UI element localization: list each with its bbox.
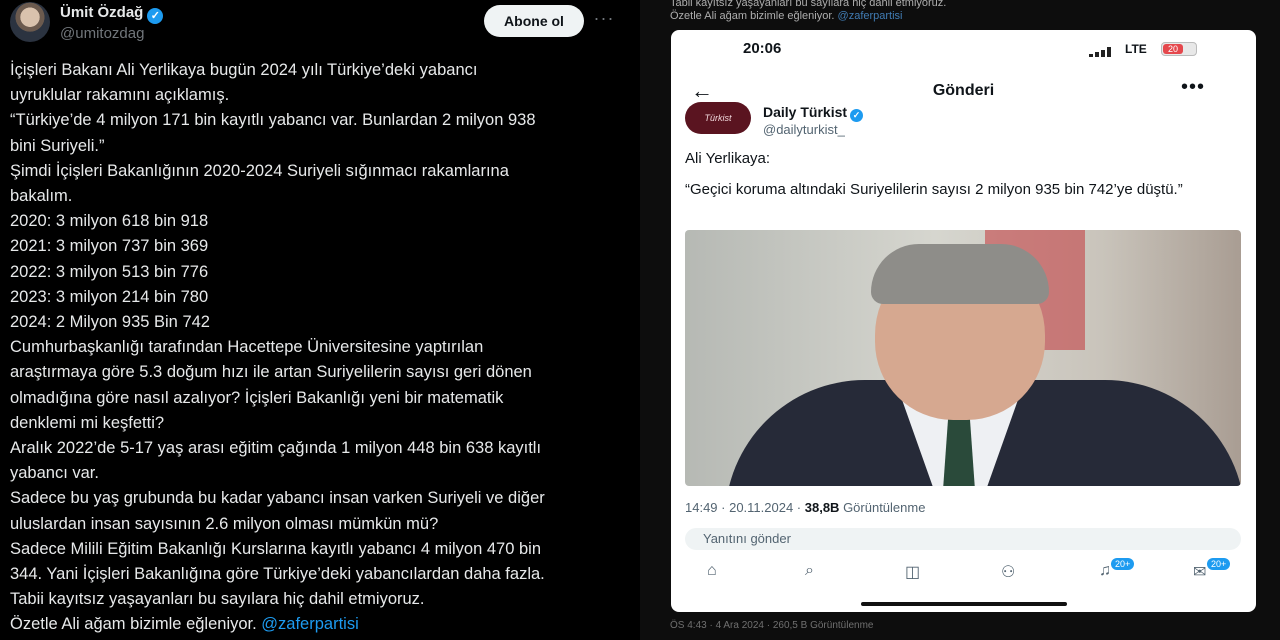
tweet-line: 2023: 3 milyon 214 bin 780 <box>10 287 209 306</box>
tweet-line: 2021: 3 milyon 737 bin 369 <box>10 237 209 256</box>
meta-views-label: Görüntülenme <box>839 500 926 515</box>
source-name-text: Daily Türkist <box>763 104 848 120</box>
cropped-tweet-echo: Tabii kayıtsız yaşayanları bu sayılara h… <box>670 0 946 23</box>
tweet-panel: Ümit Özdağ ✓ @umitozdag Abone ol ··· İçiş… <box>0 0 640 640</box>
mail-icon: ✉ <box>1193 564 1207 581</box>
bottom-tabbar: ⌂ ⌕ ◫ ⚇ ♫ 20+ ✉ 20+ <box>671 558 1256 588</box>
tweet-line-last: Özetle Ali ağam bizimle eğleniyor. @zafe… <box>10 612 625 637</box>
echo-line: Özetle Ali ağam bizimle eğleniyor. @zafe… <box>670 10 946 23</box>
nav-title: Gönderi <box>932 82 995 99</box>
source-logo: Türkist <box>685 102 751 134</box>
battery-icon: 20 <box>1161 42 1197 56</box>
signal-icon <box>1089 47 1115 57</box>
status-bar: 20:06 LTE 20 <box>671 30 1256 70</box>
home-icon: ⌂ <box>707 562 717 579</box>
source-name: Daily Türkist ✓ <box>763 104 864 122</box>
battery-level: 20 <box>1163 44 1183 54</box>
verified-icon: ✓ <box>147 8 164 24</box>
bell-icon: ♫ <box>1099 562 1111 579</box>
tweet-line: olmadığına göre nasıl azalıyor? İçişleri… <box>10 388 504 407</box>
tweet-line: Aralık 2022’de 5-17 yaş arası eğitim çağ… <box>10 439 542 458</box>
tweet-text: İçişleri Bakanı Ali Yerlikaya bugün 2024… <box>10 58 625 638</box>
embedded-image[interactable]: Tabii kayıtsız yaşayanları bu sayılara h… <box>640 0 1280 640</box>
communities-icon: ⚇ <box>1001 564 1016 581</box>
tweet-line: İçişleri Bakanı Ali Yerlikaya bugün 2024… <box>10 61 478 79</box>
tweet-line: Şimdi İçişleri Bakanlığının 2020-2024 Su… <box>10 161 509 180</box>
cropped-meta-echo: ÖS 4:43 · 4 Ara 2024 · 260,5 B Görüntüle… <box>670 620 874 631</box>
portrait-photo <box>685 230 1241 486</box>
tweet-line: bini Suriyeli.” <box>10 136 105 155</box>
quote-lead: Ali Yerlikaya: <box>685 150 771 167</box>
verified-icon: ✓ <box>850 109 864 122</box>
more-icon: ••• <box>1181 76 1206 98</box>
tweet-line: Sadece bu yaş grubunda bu kadar yabancı … <box>10 489 545 508</box>
tweet-line: 2022: 3 milyon 513 bin 776 <box>10 262 209 281</box>
tweet-line: Cumhurbaşkanlığı tarafından Hacettepe Ün… <box>10 338 484 357</box>
follow-button[interactable]: Abone ol <box>484 5 584 37</box>
source-handle: @dailyturkist_ <box>763 122 845 137</box>
meta-time: 14:49 · 20.11.2024 · <box>685 500 805 515</box>
tweet-line: Sadece Milili Eğitim Bakanlığı Kursların… <box>10 539 542 558</box>
tweet-line: uluslardan insan sayısının 2.6 milyon ol… <box>10 514 439 533</box>
mention-link[interactable]: @zaferpartisi <box>261 615 358 633</box>
author-name[interactable]: Ümit Özdağ ✓ <box>60 4 164 24</box>
notifications-badge: 20+ <box>1111 558 1135 570</box>
tweet-line: 2024: 2 Milyon 935 Bin 742 <box>10 313 210 332</box>
grok-icon: ◫ <box>905 564 921 581</box>
home-indicator <box>861 602 1067 606</box>
tweet-line: araştırmaya göre 5.3 doğum hızı ile arta… <box>10 363 532 382</box>
echo-text: Özetle Ali ağam bizimle eğleniyor. <box>670 10 838 22</box>
author-handle[interactable]: @umitozdag <box>60 25 144 42</box>
tweet-line: Tabii kayıtsız yaşayanları bu sayılara h… <box>10 590 425 609</box>
tweet-line: 2020: 3 milyon 618 bin 918 <box>10 212 209 231</box>
post-nav-bar: ← Gönderi ••• <box>671 70 1256 110</box>
tweet-line: bakalım. <box>10 187 73 206</box>
tweet-line: “Türkiye’de 4 milyon 171 bin kayıtlı yab… <box>10 111 536 130</box>
phone-screenshot: 20:06 LTE 20 ← Gönderi ••• Türkist Daily… <box>671 30 1256 612</box>
echo-line: Tabii kayıtsız yaşayanları bu sayılara h… <box>670 0 947 9</box>
avatar[interactable] <box>10 2 50 42</box>
tweet-line: uyruklular rakamını açıklamış. <box>10 86 230 105</box>
reply-input: Yanıtını gönder <box>685 528 1241 550</box>
messages-badge: 20+ <box>1207 558 1231 570</box>
author-name-text: Ümit Özdağ <box>60 4 144 21</box>
post-meta: 14:49 · 20.11.2024 · 38,8B Görüntülenme <box>685 500 925 515</box>
network-label: LTE <box>1125 42 1147 56</box>
hair-shape <box>871 244 1049 304</box>
tweet-header: Ümit Özdağ ✓ @umitozdag Abone ol ··· <box>10 2 630 46</box>
search-icon: ⌕ <box>805 562 814 579</box>
status-time: 20:06 <box>743 40 782 57</box>
quote-text: “Geçici koruma altındaki Suriyelilerin s… <box>685 181 1183 198</box>
tweet-line: yabancı var. <box>10 464 99 483</box>
more-options-icon[interactable]: ··· <box>590 8 618 34</box>
tweet-line: denklemi mi keşfetti? <box>10 413 165 432</box>
echo-link: @zaferpartisi <box>837 10 903 22</box>
tweet-line: 344. Yani İçişleri Bakanlığına göre Türk… <box>10 565 545 584</box>
meta-views: 38,8B <box>804 500 840 515</box>
tweet-last-text: Özetle Ali ağam bizimle eğleniyor. <box>10 615 262 634</box>
